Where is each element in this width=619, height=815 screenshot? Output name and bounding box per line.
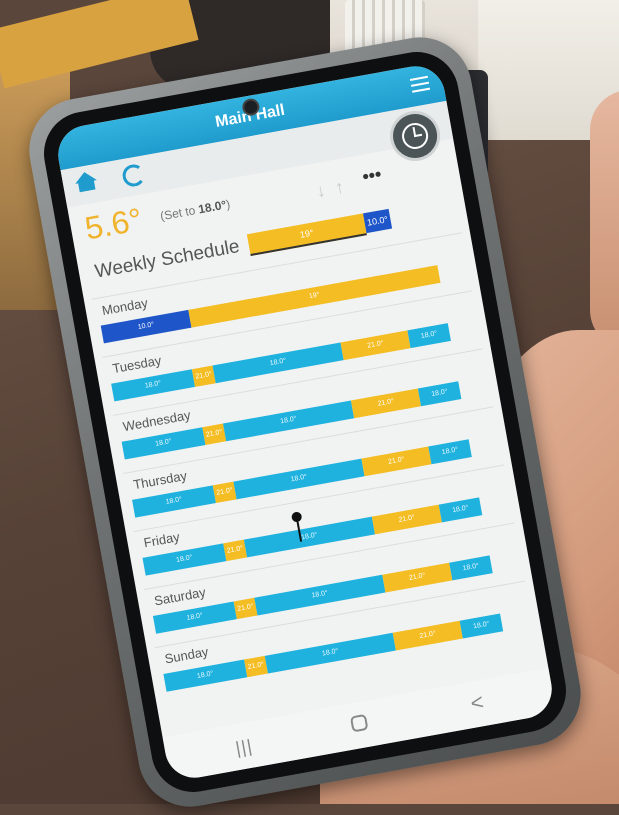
day-label-tuesday: Tuesday — [111, 352, 163, 377]
day-label-monday: Monday — [100, 295, 149, 319]
recent-apps-button[interactable]: ||| — [234, 736, 254, 760]
setpoint-text: (Set to 18.0°) — [159, 196, 232, 224]
more-options-icon[interactable]: ••• — [361, 164, 383, 188]
current-temperature: 5.6° — [82, 200, 145, 247]
schedule-segment-cool[interactable]: 18.0° — [417, 381, 462, 407]
back-button[interactable]: < — [468, 689, 485, 717]
schedule-segment-warm[interactable]: 21.0° — [350, 388, 422, 419]
schedule-segment-warm[interactable]: 21.0° — [361, 446, 432, 477]
schedule-segment-cool[interactable]: 18.0° — [438, 497, 483, 523]
schedule-segment-cool[interactable]: 18.0° — [264, 632, 396, 674]
day-label-sunday: Sunday — [163, 643, 210, 667]
adjust-arrows-icon[interactable]: ↓↑ — [315, 175, 356, 202]
home-button[interactable] — [349, 713, 369, 733]
header-bar-night[interactable]: 10.0° — [362, 208, 393, 234]
schedule-segment-warm[interactable]: 21.0° — [340, 330, 411, 361]
hamburger-menu-icon[interactable] — [409, 75, 431, 97]
schedule-segment-warm[interactable]: 21.0° — [371, 504, 442, 535]
schedule-segment-warm[interactable]: 21.0° — [392, 620, 463, 651]
day-label-saturday: Saturday — [152, 584, 207, 609]
day-label-friday: Friday — [142, 529, 181, 551]
schedule-segment-cool[interactable]: 18.0° — [449, 555, 493, 581]
schedule-segment-cool[interactable]: 18.0° — [407, 323, 451, 349]
finger — [590, 90, 619, 350]
schedule-segment-cool[interactable]: 18.0° — [428, 439, 472, 465]
setpoint-value: 18.0° — [197, 197, 228, 217]
schedule-segment-cool[interactable]: 18.0° — [459, 613, 504, 639]
home-icon[interactable] — [71, 168, 100, 194]
day-label-thursday: Thursday — [132, 467, 189, 493]
schedule-segment-warm[interactable]: 21.0° — [382, 562, 453, 593]
